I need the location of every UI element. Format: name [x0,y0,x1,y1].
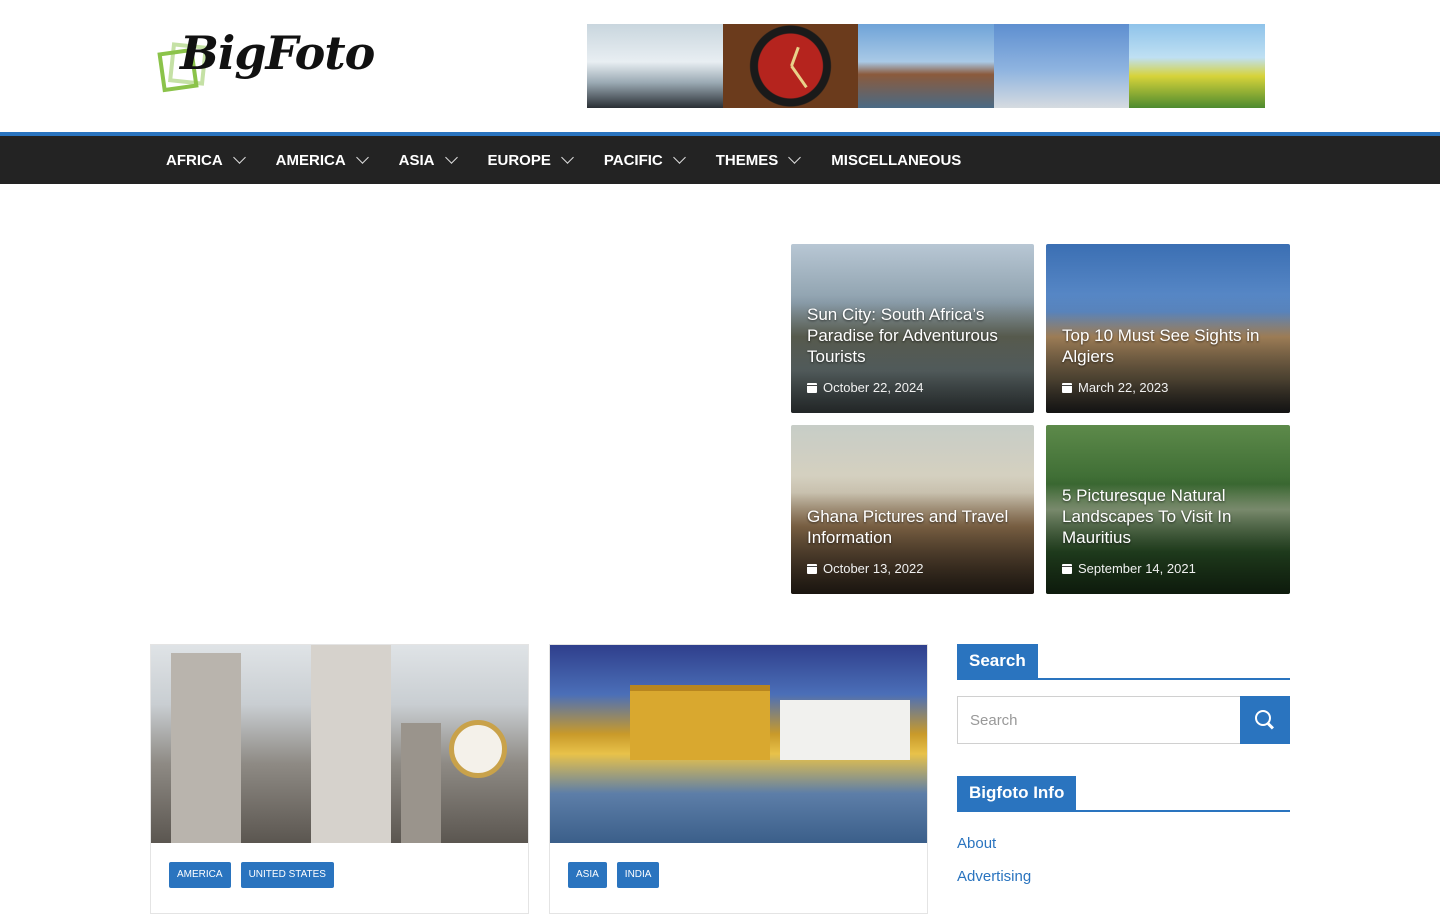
nav-item-label: EUROPE [487,151,551,169]
site-header: BigFoto [0,0,1440,132]
featured-date[interactable]: March 22, 2023 [1062,380,1168,395]
banner-image-bridge [858,24,994,108]
clock-hand [790,46,801,67]
building-shape [311,645,391,843]
nav-item-themes[interactable]: THEMES [715,136,802,184]
sidebar-link-advertising[interactable]: Advertising [957,868,1031,885]
featured-title[interactable]: Ghana Pictures and Travel Information [807,506,1020,548]
banner-image-field [1129,24,1265,108]
featured-title[interactable]: Top 10 Must See Sights in Algiers [1062,325,1276,367]
category-tag[interactable]: AMERICA [169,862,231,888]
chevron-down-icon [444,151,458,164]
nav-item-pacific[interactable]: PACIFIC [603,136,686,184]
featured-post[interactable]: Top 10 Must See Sights in Algiers March … [1046,244,1290,413]
featured-title[interactable]: Sun City: South Africa’s Paradise for Ad… [807,304,1020,367]
banner-image-planes [993,24,1130,108]
post-card: ASIA INDIA [549,644,928,914]
nav-item-label: AFRICA [166,151,223,169]
nav-item-label: PACIFIC [603,151,663,169]
calendar-icon [807,382,817,393]
header-banner[interactable] [587,24,1265,108]
chevron-down-icon [232,151,246,164]
main-nav: AFRICA AMERICA ASIA EUROPE PACIFIC THEMES MISC… [0,136,1440,184]
calendar-icon [1062,563,1072,574]
nav-item-label: ASIA [398,151,435,169]
temple-shape [630,685,770,760]
post-tags: ASIA INDIA [568,862,660,888]
logo-text: BigFoto [180,26,375,80]
calendar-icon [1062,382,1072,393]
featured-date[interactable]: October 22, 2024 [807,380,923,395]
nav-item-miscellaneous[interactable]: MISCELLANEOUS [831,136,961,184]
search-input[interactable]: Search [957,696,1240,744]
banner-image-clock [722,24,859,108]
post-thumbnail[interactable] [550,645,927,843]
search-widget-title: Search [957,644,1290,680]
clock-hand [790,65,809,89]
nav-item-asia[interactable]: ASIA [398,136,458,184]
banner-image-iceberg [587,24,723,108]
featured-date-text: September 14, 2021 [1078,561,1196,576]
category-tag[interactable]: INDIA [616,862,660,888]
nav-items: AFRICA AMERICA ASIA EUROPE PACIFIC THEMES MISC… [166,136,993,184]
chevron-down-icon [672,151,686,164]
nav-item-europe[interactable]: EUROPE [487,136,574,184]
featured-date-text: March 22, 2023 [1078,380,1169,395]
featured-post[interactable]: Sun City: South Africa’s Paradise for Ad… [791,244,1034,413]
widget-title-text: Search [957,644,1038,678]
post-card: AMERICA UNITED STATES [150,644,529,914]
nav-item-label: THEMES [715,151,779,169]
nav-item-label: AMERICA [275,151,346,169]
site-logo[interactable]: BigFoto [157,26,375,98]
chevron-down-icon [561,151,574,164]
featured-post[interactable]: Ghana Pictures and Travel Information Oc… [791,425,1034,594]
featured-date[interactable]: September 14, 2021 [1062,561,1196,576]
post-thumbnail[interactable] [151,645,528,843]
featured-date-text: October 13, 2022 [823,561,924,576]
sidebar-link-about[interactable]: About [957,835,996,852]
featured-date-text: October 22, 2024 [823,380,924,395]
street-clock-icon [449,720,507,778]
search-placeholder: Search [970,711,1018,729]
chevron-down-icon [788,151,802,164]
calendar-icon [807,563,817,574]
featured-post[interactable]: 5 Picturesque Natural Landscapes To Visi… [1046,425,1290,594]
building-shape [401,723,441,843]
category-tag[interactable]: UNITED STATES [240,862,334,888]
nav-item-africa[interactable]: AFRICA [166,136,246,184]
building-shape [171,653,241,843]
chevron-down-icon [355,151,369,164]
search-button[interactable] [1240,696,1290,744]
featured-date[interactable]: October 13, 2022 [807,561,923,576]
widget-title-text: Bigfoto Info [957,776,1077,810]
building-shape [780,700,910,760]
nav-item-label: MISCELLANEOUS [831,151,962,169]
info-widget-title: Bigfoto Info [957,776,1290,812]
nav-item-america[interactable]: AMERICA [275,136,369,184]
featured-title[interactable]: 5 Picturesque Natural Landscapes To Visi… [1062,485,1276,548]
post-tags: AMERICA UNITED STATES [169,862,334,888]
category-tag[interactable]: ASIA [568,862,607,888]
search-icon [1255,710,1275,730]
